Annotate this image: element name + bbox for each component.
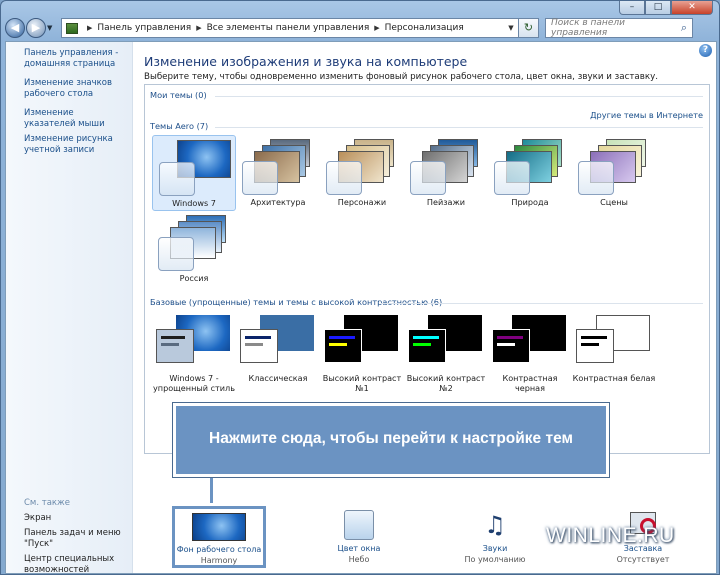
breadcrumb: ▶ Панель управления ▶ Все элементы панел…: [82, 23, 464, 33]
theme-label: Россия: [179, 273, 209, 283]
theme-label: Высокий контраст №2: [406, 373, 486, 393]
sounds-label: Звуки: [482, 544, 508, 553]
theme-windows-7[interactable]: Windows 7: [152, 135, 236, 211]
breadcrumb-separator-icon: ▶: [87, 24, 93, 32]
sidebar-item-account-picture[interactable]: Изменение рисунка учетной записи: [6, 134, 132, 156]
theme-preview: [408, 139, 482, 195]
theme-preview: [576, 315, 650, 371]
task-sidebar: Панель управления - домашняя страница Из…: [6, 42, 133, 575]
control-panel-window: – □ ✕ ◀ ▶ ▼ ▶ Панель управления ▶ Все эл…: [0, 0, 720, 575]
theme-preview: [324, 139, 398, 195]
recent-pages-chevron-down-icon[interactable]: ▼: [47, 24, 57, 32]
theme-classic[interactable]: Классическая: [236, 311, 320, 401]
aero-themes-heading: Темы Aero (7): [150, 121, 209, 131]
theme-label: Контрастная черная: [502, 373, 558, 393]
screen-saver-value: Отсутствует: [616, 555, 670, 564]
sounds-button[interactable]: ♫ Звуки По умолчанию: [448, 506, 542, 568]
close-button[interactable]: ✕: [671, 1, 713, 15]
sidebar-item-desktop-icons[interactable]: Изменение значков рабочего стола: [6, 78, 132, 100]
theme-label: Природа: [511, 197, 549, 207]
window-color-button[interactable]: Цвет окна Небо: [312, 506, 406, 568]
theme-high-contrast-1[interactable]: Высокий контраст №1: [320, 311, 404, 401]
see-also-ease-of-access[interactable]: Центр специальных возможностей: [6, 554, 133, 575]
theme-list[interactable]: Мои темы (0) Другие темы в Интернете Тем…: [144, 84, 710, 454]
see-also-taskbar[interactable]: Панель задач и меню "Пуск": [6, 528, 133, 550]
address-bar[interactable]: ▶ Панель управления ▶ Все элементы панел…: [61, 18, 519, 38]
theme-label: Персонажи: [337, 197, 387, 207]
navigation-bar: ◀ ▶ ▼ ▶ Панель управления ▶ Все элементы…: [5, 17, 717, 39]
theme-preview: [156, 315, 230, 371]
breadcrumb-item-all-items[interactable]: Все элементы панели управления: [207, 23, 370, 33]
theme-preview: [492, 315, 566, 371]
theme-preview: [324, 315, 398, 371]
theme-label: Windows 7 - упрощенный стиль: [153, 373, 235, 393]
content-area: Панель управления - домашняя страница Из…: [5, 41, 717, 575]
breadcrumb-item-personalization[interactable]: Персонализация: [385, 23, 464, 33]
theme-preview: [408, 315, 482, 371]
theme-high-contrast-black[interactable]: Контрастная черная: [488, 311, 572, 401]
theme-nature[interactable]: Природа: [488, 135, 572, 211]
theme-architecture[interactable]: Архитектура: [236, 135, 320, 211]
breadcrumb-item-control-panel[interactable]: Панель управления: [97, 23, 191, 33]
instruction-callout: Нажмите сюда, чтобы перейти к настройке …: [172, 402, 610, 478]
sidebar-item-home[interactable]: Панель управления - домашняя страница: [6, 48, 132, 70]
theme-preview: [157, 140, 231, 196]
theme-high-contrast-white[interactable]: Контрастная белая: [572, 311, 656, 401]
online-themes-link[interactable]: Другие темы в Интернете: [590, 110, 703, 120]
window-controls: – □ ✕: [619, 1, 713, 15]
theme-scenes[interactable]: Сцены: [572, 135, 656, 211]
theme-label: Контрастная белая: [572, 373, 656, 383]
theme-landscapes[interactable]: Пейзажи: [404, 135, 488, 211]
desktop-background-value: Harmony: [200, 556, 238, 565]
desktop-background-button[interactable]: Фон рабочего стола Harmony: [172, 506, 266, 568]
search-icon[interactable]: ⌕: [676, 21, 692, 35]
callout-pointer: [210, 477, 213, 503]
see-also-heading: См. также: [24, 498, 70, 508]
address-chevron-down-icon[interactable]: ▼: [504, 24, 518, 32]
help-icon[interactable]: ?: [699, 44, 712, 57]
music-notes-icon: ♫: [484, 511, 506, 539]
theme-russia[interactable]: Россия: [152, 211, 236, 287]
theme-label: Архитектура: [250, 197, 306, 207]
forward-button[interactable]: ▶: [26, 18, 46, 38]
window-color-label: Цвет окна: [337, 544, 381, 553]
theme-label: Высокий контраст №1: [322, 373, 402, 393]
desktop-background-icon: [192, 513, 246, 541]
minimize-button[interactable]: –: [619, 1, 645, 15]
search-input[interactable]: Поиск в панели управления ⌕: [545, 18, 693, 38]
theme-label: Сцены: [600, 197, 628, 207]
sounds-value: По умолчанию: [464, 555, 526, 564]
my-themes-heading: Мои темы (0): [150, 90, 207, 100]
maximize-button[interactable]: □: [645, 1, 671, 15]
watermark-logo: WINLINE.RU: [546, 524, 675, 547]
page-description: Выберите тему, чтобы одновременно измени…: [144, 72, 659, 82]
back-button[interactable]: ◀: [5, 18, 25, 38]
theme-label: Пейзажи: [426, 197, 466, 207]
window-color-icon: [344, 510, 374, 540]
sidebar-item-mouse-pointers[interactable]: Изменение указателей мыши: [6, 108, 132, 130]
theme-preview: [492, 139, 566, 195]
theme-preview: [240, 139, 314, 195]
theme-preview: [240, 315, 314, 371]
theme-label: Классическая: [248, 373, 308, 383]
breadcrumb-separator-icon: ▶: [374, 24, 380, 32]
theme-high-contrast-2[interactable]: Высокий контраст №2: [404, 311, 488, 401]
theme-preview: [576, 139, 650, 195]
theme-characters[interactable]: Персонажи: [320, 135, 404, 211]
refresh-button[interactable]: ↻: [519, 18, 539, 38]
page-title: Изменение изображения и звука на компьют…: [144, 54, 468, 69]
control-panel-icon: [66, 22, 78, 34]
see-also-display[interactable]: Экран: [6, 513, 133, 524]
desktop-background-label: Фон рабочего стола: [176, 545, 262, 554]
theme-windows-7-basic[interactable]: Windows 7 - упрощенный стиль: [152, 311, 236, 401]
basic-themes-heading: Базовые (упрощенные) темы и темы с высок…: [150, 297, 443, 307]
callout-text: Нажмите сюда, чтобы перейти к настройке …: [209, 430, 573, 447]
window-color-value: Небо: [348, 555, 370, 564]
theme-preview: [156, 215, 230, 271]
search-placeholder: Поиск в панели управления: [551, 18, 625, 38]
breadcrumb-separator-icon: ▶: [196, 24, 202, 32]
theme-label: Windows 7: [172, 198, 216, 208]
